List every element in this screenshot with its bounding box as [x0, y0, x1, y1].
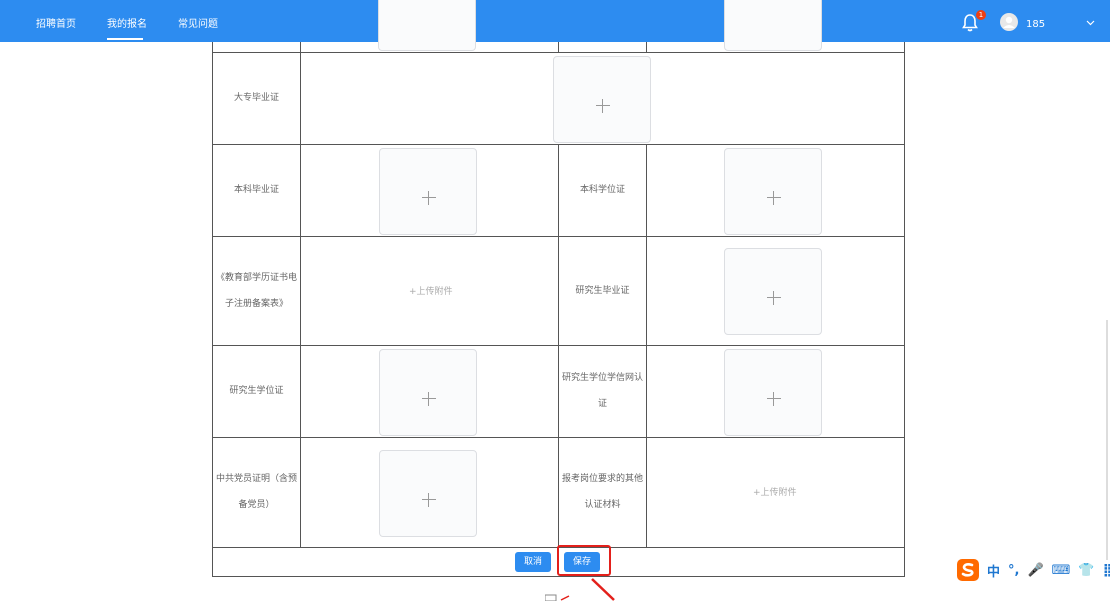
plus-icon	[422, 191, 436, 205]
row-label-graduate-diploma: 研究生毕业证	[575, 285, 630, 296]
upload-form-table: 大专毕业证 本科毕业证 本科学位证 《教育部学历证书电子注册备案表》 +上传附件…	[212, 0, 905, 577]
upload-graduate-diploma[interactable]	[724, 248, 822, 335]
keyboard-icon[interactable]: ⌨	[1052, 563, 1071, 578]
row-label-graduate-degree: 研究生学位证	[229, 386, 284, 396]
active-nav-indicator	[107, 38, 143, 40]
column-divider	[558, 42, 559, 52]
plus-icon	[767, 291, 781, 305]
scrollbar[interactable]	[1106, 320, 1108, 560]
username[interactable]: 185	[1026, 0, 1045, 50]
microphone-icon[interactable]: 🎤	[1027, 563, 1043, 578]
nav-my-registration[interactable]: 我的报名	[107, 0, 147, 42]
partial-icon	[545, 594, 570, 601]
toolbox-icon[interactable]: ⣿	[1103, 563, 1110, 578]
row-label-bachelor-degree: 本科学位证	[579, 185, 625, 195]
upload-box[interactable]	[724, 0, 822, 51]
nav-home[interactable]: 招聘首页	[36, 0, 76, 42]
upload-bachelor-diploma[interactable]	[379, 148, 477, 235]
plus-icon	[596, 99, 610, 113]
notification-badge: 1	[976, 10, 986, 20]
top-navbar: 招聘首页 我的报名 常见问题 1 185	[0, 0, 1110, 42]
plus-icon	[422, 392, 436, 406]
plus-icon	[422, 493, 436, 507]
sogou-logo-icon[interactable]	[957, 559, 979, 581]
upload-attachment-link[interactable]: +上传附件	[409, 284, 453, 297]
row-label-other-materials: 报考岗位要求的其他认证材料	[561, 474, 643, 510]
chinese-mode-icon[interactable]: 中	[987, 561, 1000, 580]
chevron-down-icon[interactable]	[1086, 18, 1095, 27]
upload-box[interactable]	[378, 0, 476, 51]
nav-faq[interactable]: 常见问题	[178, 0, 218, 42]
plus-icon	[767, 392, 781, 406]
row-label-chsi-verification: 研究生学位学信网认证	[561, 373, 643, 409]
column-divider	[646, 42, 647, 52]
skin-icon[interactable]: 👕	[1078, 563, 1094, 578]
column-divider	[646, 144, 647, 547]
upload-graduate-degree[interactable]	[379, 349, 477, 436]
upload-chsi-verification[interactable]	[724, 349, 822, 436]
upload-attachment-link[interactable]: +上传附件	[753, 485, 797, 498]
cancel-button[interactable]: 取消	[515, 552, 551, 572]
user-icon	[1003, 16, 1015, 28]
row-label-bachelor-diploma: 本科毕业证	[233, 185, 279, 195]
ime-toolbar: 中 °, 🎤 ⌨ 👕 ⣿	[957, 557, 1110, 583]
annotation-arrow	[591, 578, 615, 601]
save-highlight-annotation	[557, 545, 611, 576]
column-divider	[300, 42, 301, 547]
upload-bachelor-degree[interactable]	[724, 148, 822, 235]
row-divider	[213, 52, 904, 53]
row-label-education-record: 《教育部学历证书电子注册备案表》	[215, 272, 297, 309]
upload-party-member[interactable]	[379, 450, 477, 537]
row-label-college-diploma: 大专毕业证	[233, 93, 279, 103]
upload-college-diploma[interactable]	[553, 56, 651, 143]
avatar[interactable]	[1000, 13, 1018, 31]
plus-icon	[767, 191, 781, 205]
row-label-party-member: 中共党员证明（含预备党员）	[215, 474, 297, 510]
punctuation-icon[interactable]: °,	[1008, 563, 1019, 578]
